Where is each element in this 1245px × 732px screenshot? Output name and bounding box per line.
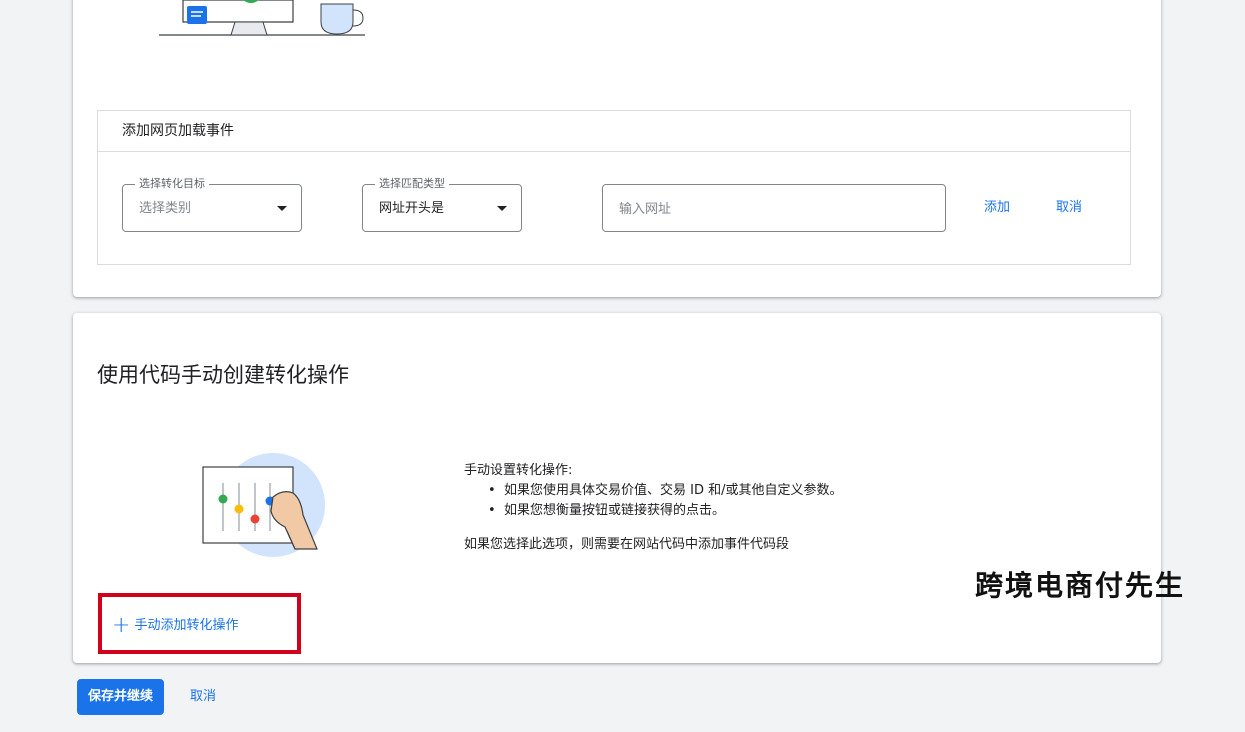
cancel-button[interactable]: 取消 (190, 689, 216, 705)
match-type-select[interactable]: 选择匹配类型 网址开头是 (362, 177, 522, 232)
watermark-text: 跨境电商付先生 (975, 569, 1186, 602)
manual-intro: 手动设置转化操作: (464, 463, 573, 478)
manual-note: 如果您选择此选项，则需要在网站代码中添加事件代码段 (464, 537, 790, 552)
highlight-box: + 手动添加转化操作 (98, 593, 301, 654)
url-input[interactable]: 输入网址 (602, 184, 946, 232)
url-input-placeholder: 输入网址 (619, 202, 672, 217)
desktop-illustration (159, 0, 365, 36)
dropdown-arrow-icon (497, 206, 507, 211)
page-load-event-card: 添加网页加载事件 选择转化目标 选择类别 选择匹配类型 网址开头是 输入网址 添… (73, 0, 1161, 297)
save-continue-button[interactable]: 保存并继续 (77, 679, 164, 715)
manual-bullet-list: 如果您使用具体交易价值、交易 ID 和/或其他自定义参数。 如果您想衡量按钮或链… (488, 481, 843, 521)
manual-section-title: 使用代码手动创建转化操作 (97, 363, 349, 387)
conversion-goal-placeholder: 选择类别 (139, 201, 192, 216)
page-load-event-form: 添加网页加载事件 选择转化目标 选择类别 选择匹配类型 网址开头是 输入网址 添… (97, 110, 1131, 265)
page-load-event-title: 添加网页加载事件 (98, 111, 1130, 152)
list-item: 如果您想衡量按钮或链接获得的点击。 (488, 501, 843, 521)
cancel-event-button[interactable]: 取消 (1056, 200, 1082, 216)
manual-code-card: 使用代码手动创建转化操作 手动设置转化操作: 如果您使用具体交易价值、交易 ID… (73, 313, 1161, 663)
add-manual-conversion-button[interactable]: + 手动添加转化操作 (112, 613, 239, 638)
conversion-goal-label: 选择转化目标 (135, 177, 209, 191)
sliders-illustration (202, 453, 325, 557)
conversion-goal-select[interactable]: 选择转化目标 选择类别 (122, 177, 302, 232)
plus-icon: + (112, 613, 131, 638)
manual-description: 手动设置转化操作: 如果您使用具体交易价值、交易 ID 和/或其他自定义参数。 … (464, 461, 843, 555)
list-item: 如果您使用具体交易价值、交易 ID 和/或其他自定义参数。 (488, 481, 843, 501)
match-type-value: 网址开头是 (379, 201, 445, 216)
add-manual-conversion-label: 手动添加转化操作 (134, 618, 239, 633)
dropdown-arrow-icon (277, 206, 287, 211)
match-type-label: 选择匹配类型 (375, 177, 449, 191)
add-event-button[interactable]: 添加 (984, 200, 1010, 216)
